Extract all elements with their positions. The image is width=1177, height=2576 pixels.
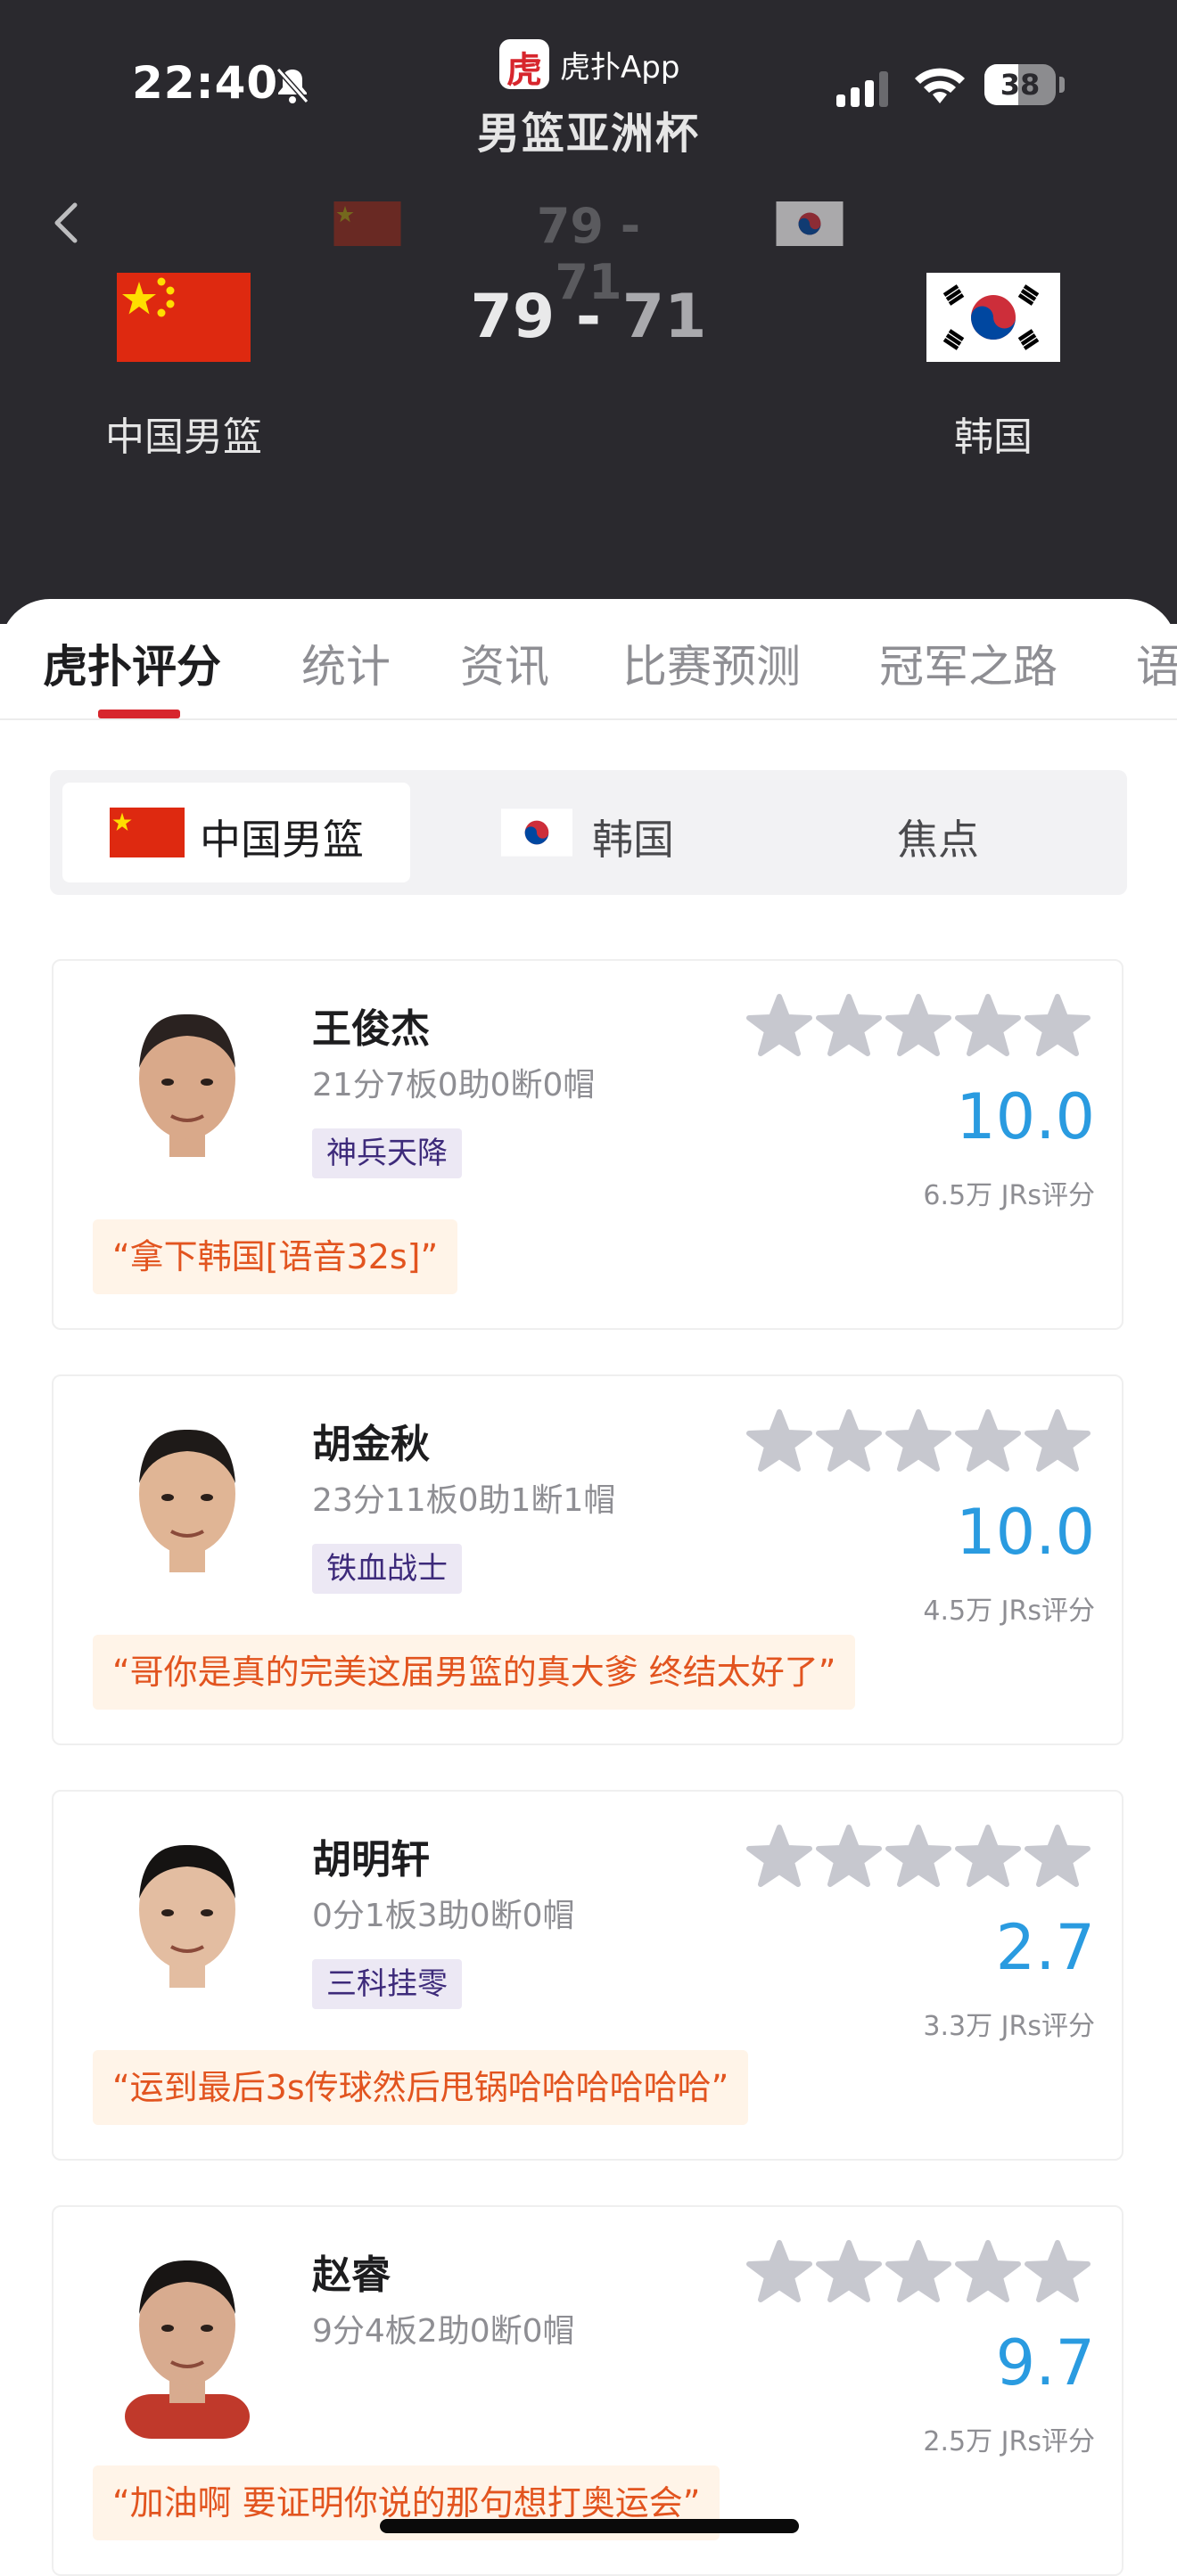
player-name: 胡金秋 bbox=[312, 1422, 430, 1467]
star-icon[interactable] bbox=[955, 994, 1021, 1056]
star-icon[interactable] bbox=[1025, 994, 1091, 1056]
home-indicator[interactable] bbox=[380, 2519, 799, 2533]
player-avatar bbox=[125, 1429, 250, 1608]
player-card[interactable]: 胡明轩 0分1板3助0断0帽 三科挂零 2.7 3.3万 JRs评分 “运到最后… bbox=[52, 1790, 1124, 2161]
tab-news[interactable]: 资讯 bbox=[460, 631, 549, 695]
segment-focus[interactable]: 焦点 bbox=[888, 783, 1031, 882]
rating-stars[interactable] bbox=[745, 2239, 1093, 2307]
star-icon[interactable] bbox=[746, 1409, 812, 1472]
segment-korea[interactable]: 韩国 bbox=[496, 783, 728, 882]
player-avatar bbox=[125, 1844, 250, 2023]
score-separator: - bbox=[575, 282, 602, 352]
star-icon[interactable] bbox=[885, 2240, 951, 2302]
match-score: 79 - 71 bbox=[446, 282, 731, 352]
top-comment[interactable]: “拿下韩国[语音32s]” bbox=[93, 1219, 458, 1294]
tab-road-to-title[interactable]: 冠军之路 bbox=[879, 631, 1058, 695]
tab-prediction[interactable]: 比赛预测 bbox=[622, 631, 801, 695]
home-team-name: 中国男篮 bbox=[105, 414, 262, 460]
player-name: 王俊杰 bbox=[312, 1006, 430, 1052]
player-avatar bbox=[125, 2260, 250, 2439]
tab-hupu-rating[interactable]: 虎扑评分 bbox=[43, 631, 221, 695]
flag-korea bbox=[926, 273, 1060, 362]
signal-icon bbox=[836, 71, 888, 107]
away-team-name: 韩国 bbox=[954, 414, 1033, 460]
player-rating-score: 9.7 bbox=[995, 2326, 1095, 2400]
match-title: 男篮亚洲杯 bbox=[476, 109, 700, 159]
player-tag: 神兵天降 bbox=[312, 1128, 462, 1178]
tab-stats[interactable]: 统计 bbox=[301, 631, 391, 695]
flag-china bbox=[117, 273, 251, 362]
player-name: 胡明轩 bbox=[312, 1837, 430, 1883]
player-tag: 铁血战士 bbox=[312, 1544, 462, 1594]
player-name: 赵睿 bbox=[312, 2252, 391, 2298]
rating-stars[interactable] bbox=[745, 1408, 1093, 1476]
star-icon[interactable] bbox=[746, 2240, 812, 2302]
player-tag: 三科挂零 bbox=[312, 1959, 462, 2009]
app-name: 虎扑App bbox=[560, 50, 680, 86]
rating-count: 4.5万 JRs评分 bbox=[923, 1596, 1095, 1627]
top-comment[interactable]: “运到最后3s传球然后甩锅哈哈哈哈哈哈” bbox=[93, 2050, 749, 2125]
battery-percent: 38 bbox=[1000, 68, 1041, 102]
player-stats: 9分4板2助0断0帽 bbox=[312, 2313, 575, 2350]
wifi-icon bbox=[915, 68, 965, 103]
star-icon[interactable] bbox=[1025, 1825, 1091, 1887]
mini-flag-korea bbox=[776, 201, 844, 246]
segment-focus-label: 焦点 bbox=[897, 816, 979, 864]
rating-count: 2.5万 JRs评分 bbox=[923, 2426, 1095, 2457]
star-icon[interactable] bbox=[885, 1409, 951, 1472]
star-icon[interactable] bbox=[955, 1409, 1021, 1472]
star-icon[interactable] bbox=[885, 994, 951, 1056]
player-card[interactable]: 王俊杰 21分7板0助0断0帽 神兵天降 10.0 6.5万 JRs评分 “拿下… bbox=[52, 959, 1124, 1330]
player-avatar bbox=[125, 1013, 250, 1193]
star-icon[interactable] bbox=[955, 1825, 1021, 1887]
player-stats: 0分1板3助0断0帽 bbox=[312, 1898, 575, 1934]
app-logo: 虎 bbox=[499, 39, 549, 91]
rating-count: 6.5万 JRs评分 bbox=[923, 1180, 1095, 1211]
top-comment[interactable]: “哥你是真的完美这届男篮的真大爹 终结太好了” bbox=[93, 1635, 856, 1710]
segment-korea-label: 韩国 bbox=[592, 816, 674, 864]
active-tab-indicator bbox=[98, 710, 180, 718]
segment-china-label: 中国男篮 bbox=[200, 816, 364, 864]
star-icon[interactable] bbox=[816, 1409, 882, 1472]
player-stats: 21分7板0助0断0帽 bbox=[312, 1067, 596, 1103]
star-icon[interactable] bbox=[885, 1825, 951, 1887]
back-chevron-icon[interactable] bbox=[50, 198, 82, 248]
flag-korea-icon bbox=[501, 808, 572, 857]
mini-flag-china bbox=[333, 201, 401, 246]
tab-bar: 虎扑评分 统计 资讯 比赛预测 冠军之路 语 bbox=[0, 599, 1177, 720]
rating-stars[interactable] bbox=[745, 1824, 1093, 1891]
player-rating-score: 2.7 bbox=[995, 1911, 1095, 1984]
player-rating-score: 10.0 bbox=[956, 1496, 1095, 1569]
home-score: 79 bbox=[470, 282, 556, 352]
star-icon[interactable] bbox=[816, 2240, 882, 2302]
away-score: 71 bbox=[621, 282, 707, 352]
content-panel: 虎扑评分 统计 资讯 比赛预测 冠军之路 语 中国男篮 韩国 焦点 王俊杰 21… bbox=[0, 599, 1177, 2576]
star-icon[interactable] bbox=[1025, 2240, 1091, 2302]
battery-icon: 38 bbox=[984, 64, 1065, 105]
star-icon[interactable] bbox=[955, 2240, 1021, 2302]
player-stats: 23分11板0助1断1帽 bbox=[312, 1482, 616, 1519]
star-icon[interactable] bbox=[746, 1825, 812, 1887]
star-icon[interactable] bbox=[816, 994, 882, 1056]
rating-count: 3.3万 JRs评分 bbox=[923, 2011, 1095, 2042]
star-icon[interactable] bbox=[816, 1825, 882, 1887]
tab-more[interactable]: 语 bbox=[1136, 631, 1177, 695]
flag-china-icon bbox=[110, 808, 185, 857]
player-rating-score: 10.0 bbox=[956, 1080, 1095, 1153]
team-segment-control: 中国男篮 韩国 焦点 bbox=[50, 770, 1127, 895]
rating-stars[interactable] bbox=[745, 993, 1093, 1061]
star-icon[interactable] bbox=[1025, 1409, 1091, 1472]
player-card[interactable]: 胡金秋 23分11板0助1断1帽 铁血战士 10.0 4.5万 JRs评分 “哥… bbox=[52, 1374, 1124, 1745]
match-header: 22:40 虎 虎扑App 男篮亚洲杯 38 79 - 71 79 - 71 中… bbox=[0, 0, 1177, 624]
segment-china[interactable]: 中国男篮 bbox=[62, 783, 410, 882]
star-icon[interactable] bbox=[746, 994, 812, 1056]
